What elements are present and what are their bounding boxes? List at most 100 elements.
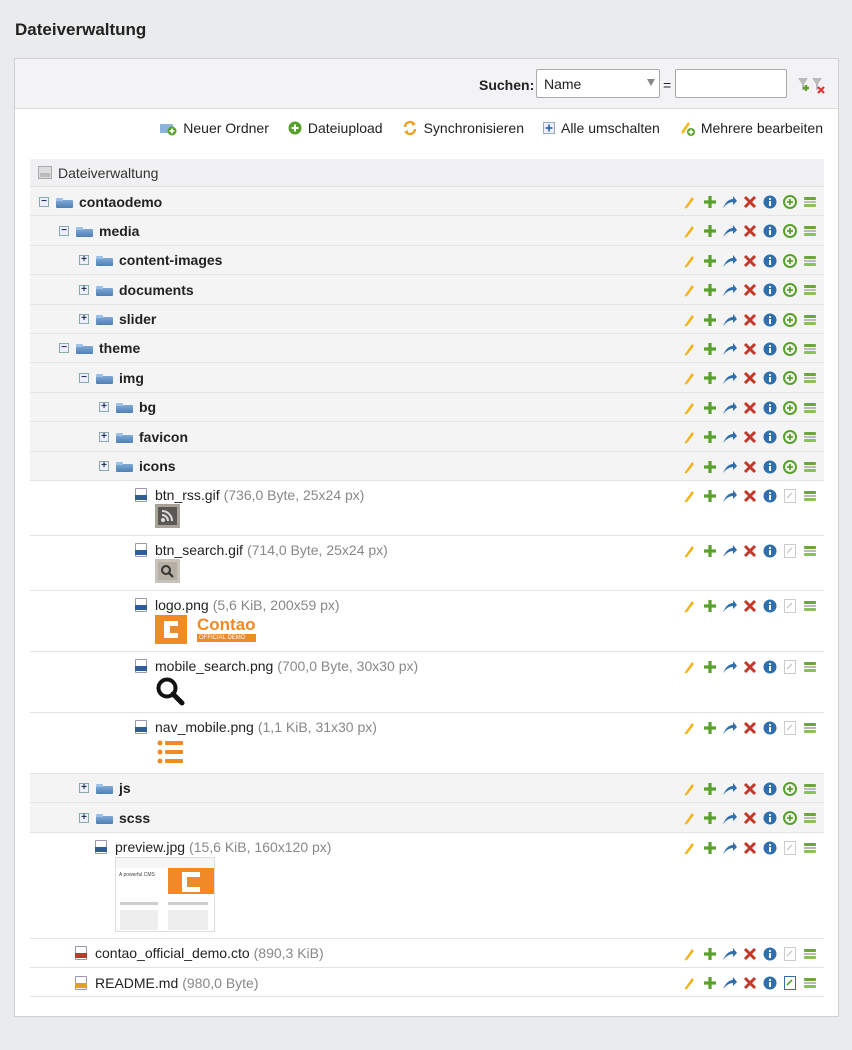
edit-icon[interactable] — [682, 720, 698, 736]
folder-name[interactable]: bg — [139, 399, 156, 415]
expand-toggle[interactable]: + — [79, 812, 89, 823]
delete-icon[interactable] — [742, 253, 758, 269]
edit-icon[interactable] — [682, 946, 698, 962]
drag-handle-icon[interactable] — [802, 400, 818, 416]
delete-icon[interactable] — [742, 720, 758, 736]
collapse-toggle[interactable]: − — [39, 196, 49, 207]
info-icon[interactable] — [762, 840, 778, 856]
delete-icon[interactable] — [742, 488, 758, 504]
edit-source-icon[interactable] — [782, 975, 798, 991]
drag-handle-icon[interactable] — [802, 370, 818, 386]
info-icon[interactable] — [762, 341, 778, 357]
folder-name[interactable]: img — [119, 370, 144, 386]
filter-reset-icon[interactable] — [797, 77, 827, 95]
info-icon[interactable] — [762, 253, 778, 269]
move-icon[interactable] — [722, 810, 738, 826]
move-icon[interactable] — [722, 282, 738, 298]
expand-toggle[interactable]: + — [79, 284, 89, 295]
expand-toggle[interactable]: + — [99, 402, 109, 413]
collapse-toggle[interactable]: − — [79, 372, 89, 383]
collapse-toggle[interactable]: − — [59, 225, 69, 236]
folder-name[interactable]: media — [99, 223, 139, 239]
info-icon[interactable] — [762, 282, 778, 298]
collapse-toggle[interactable]: − — [59, 343, 69, 354]
delete-icon[interactable] — [742, 946, 758, 962]
expand-toggle[interactable]: + — [79, 255, 89, 266]
edit-icon[interactable] — [682, 253, 698, 269]
info-icon[interactable] — [762, 400, 778, 416]
paste-icon[interactable] — [702, 341, 718, 357]
edit-icon[interactable] — [682, 598, 698, 614]
move-icon[interactable] — [722, 659, 738, 675]
edit-icon[interactable] — [682, 341, 698, 357]
paste-icon[interactable] — [702, 720, 718, 736]
upload-into-icon[interactable] — [782, 400, 798, 416]
info-icon[interactable] — [762, 459, 778, 475]
expand-toggle[interactable]: + — [99, 431, 109, 442]
folder-name[interactable]: favicon — [139, 429, 188, 445]
edit-icon[interactable] — [682, 659, 698, 675]
edit-source-icon[interactable] — [782, 488, 798, 504]
drag-handle-icon[interactable] — [802, 282, 818, 298]
folder-name[interactable]: scss — [119, 810, 150, 826]
move-icon[interactable] — [722, 194, 738, 210]
folder-name[interactable]: js — [119, 780, 131, 796]
edit-source-icon[interactable] — [782, 598, 798, 614]
info-icon[interactable] — [762, 781, 778, 797]
edit-icon[interactable] — [682, 543, 698, 559]
paste-icon[interactable] — [702, 400, 718, 416]
delete-icon[interactable] — [742, 282, 758, 298]
drag-handle-icon[interactable] — [802, 659, 818, 675]
delete-icon[interactable] — [742, 781, 758, 797]
drag-handle-icon[interactable] — [802, 341, 818, 357]
upload-into-icon[interactable] — [782, 312, 798, 328]
paste-icon[interactable] — [702, 459, 718, 475]
paste-icon[interactable] — [702, 429, 718, 445]
paste-icon[interactable] — [702, 810, 718, 826]
delete-icon[interactable] — [742, 223, 758, 239]
info-icon[interactable] — [762, 720, 778, 736]
sync-button[interactable]: Synchronisieren — [402, 120, 524, 136]
search-input[interactable] — [675, 69, 787, 98]
file-name[interactable]: btn_search.gif — [155, 542, 243, 558]
move-icon[interactable] — [722, 253, 738, 269]
search-field-select[interactable]: Name — [536, 69, 660, 98]
move-icon[interactable] — [722, 341, 738, 357]
upload-into-icon[interactable] — [782, 459, 798, 475]
delete-icon[interactable] — [742, 400, 758, 416]
folder-name[interactable]: theme — [99, 340, 140, 356]
drag-handle-icon[interactable] — [802, 459, 818, 475]
paste-icon[interactable] — [702, 370, 718, 386]
upload-into-icon[interactable] — [782, 194, 798, 210]
info-icon[interactable] — [762, 370, 778, 386]
move-icon[interactable] — [722, 598, 738, 614]
upload-into-icon[interactable] — [782, 253, 798, 269]
move-icon[interactable] — [722, 312, 738, 328]
edit-source-icon[interactable] — [782, 659, 798, 675]
folder-name[interactable]: icons — [139, 458, 176, 474]
edit-icon[interactable] — [682, 781, 698, 797]
paste-icon[interactable] — [702, 488, 718, 504]
info-icon[interactable] — [762, 975, 778, 991]
edit-icon[interactable] — [682, 840, 698, 856]
move-icon[interactable] — [722, 488, 738, 504]
delete-icon[interactable] — [742, 370, 758, 386]
info-icon[interactable] — [762, 598, 778, 614]
delete-icon[interactable] — [742, 975, 758, 991]
edit-icon[interactable] — [682, 194, 698, 210]
expand-toggle[interactable]: + — [99, 461, 109, 472]
edit-icon[interactable] — [682, 810, 698, 826]
file-name[interactable]: nav_mobile.png — [155, 719, 254, 735]
delete-icon[interactable] — [742, 194, 758, 210]
paste-icon[interactable] — [702, 659, 718, 675]
move-icon[interactable] — [722, 459, 738, 475]
file-name[interactable]: preview.jpg — [115, 839, 185, 855]
paste-icon[interactable] — [702, 598, 718, 614]
expand-toggle[interactable]: + — [79, 314, 89, 325]
upload-into-icon[interactable] — [782, 282, 798, 298]
paste-icon[interactable] — [702, 543, 718, 559]
delete-icon[interactable] — [742, 810, 758, 826]
drag-handle-icon[interactable] — [802, 975, 818, 991]
edit-icon[interactable] — [682, 400, 698, 416]
file-name[interactable]: README.md — [95, 975, 178, 991]
